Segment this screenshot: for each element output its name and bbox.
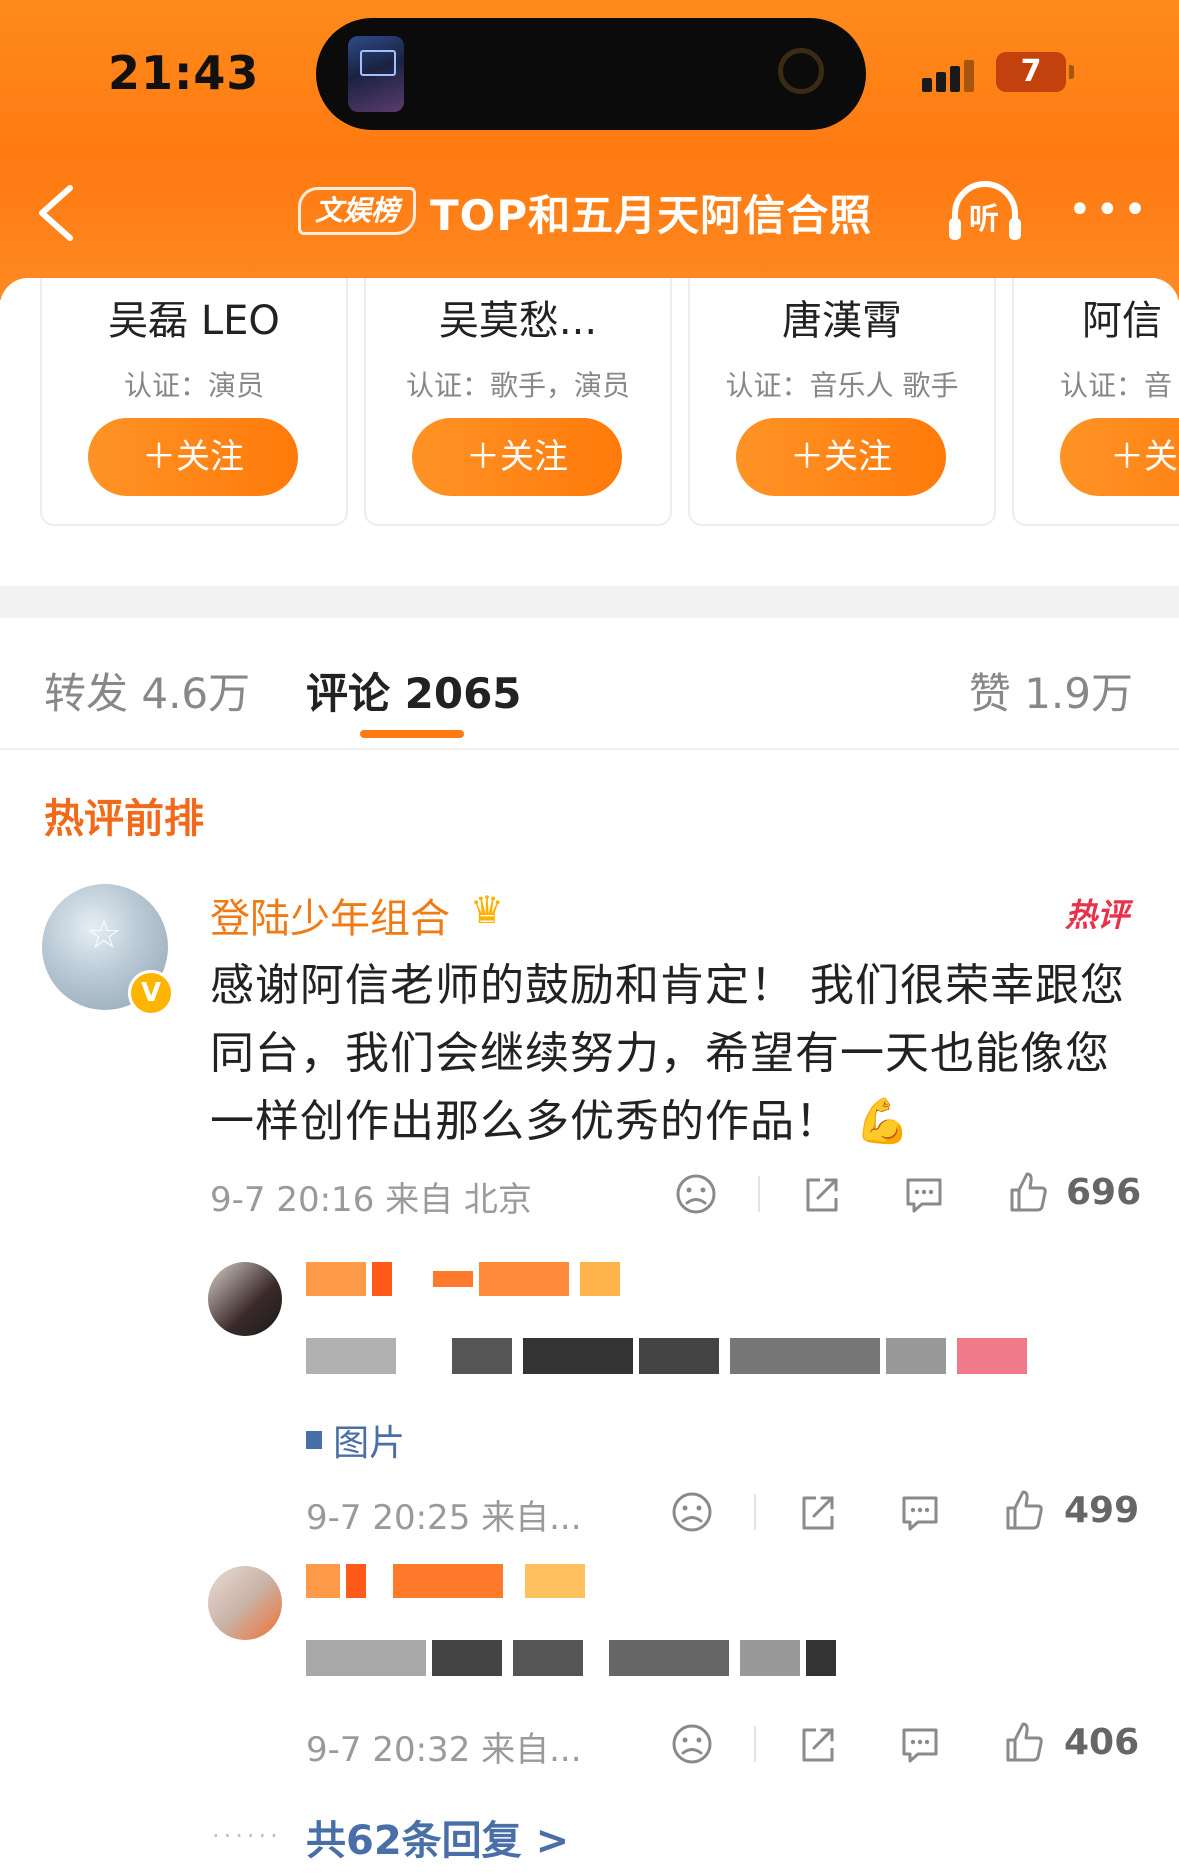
hot-comments-heading: 热评前排 — [44, 796, 204, 842]
card-user-name: 吴莫愁... — [438, 298, 598, 344]
like-button[interactable] — [1002, 1720, 1046, 1764]
dislike-button[interactable] — [674, 1172, 718, 1216]
card-user-name: 唐漢霄 — [782, 298, 902, 344]
like-button[interactable] — [1006, 1170, 1050, 1214]
flexed-bicep-emoji: 💪 — [855, 1096, 911, 1147]
back-button[interactable] — [30, 178, 90, 248]
crown-icon: ♛ — [470, 888, 505, 932]
music-activity-ring — [778, 48, 824, 94]
reply-avatar[interactable] — [208, 1262, 282, 1336]
like-count: 406 — [1064, 1722, 1140, 1763]
reply-avatar[interactable] — [208, 1566, 282, 1640]
tab-likes[interactable]: 赞 1.9万 — [969, 660, 1133, 721]
action-divider — [758, 1176, 760, 1212]
more-options-button[interactable]: ••• — [1068, 190, 1151, 230]
share-icon — [802, 1496, 834, 1530]
sad-face-icon — [676, 1174, 716, 1214]
follow-button[interactable]: ＋关注 — [412, 418, 622, 496]
active-tab-indicator — [360, 730, 464, 738]
user-card[interactable]: 唐漢霄 认证：音乐人 歌手 ＋关注 — [688, 278, 996, 526]
reply-meta: 9-7 20:32 来自... — [306, 1730, 582, 1770]
comment-icon — [902, 1728, 938, 1763]
share-icon — [806, 1178, 838, 1212]
share-button[interactable] — [800, 1172, 844, 1216]
like-count: 499 — [1064, 1490, 1140, 1531]
listen-button[interactable]: 听 — [945, 178, 1025, 242]
card-verification: 认证：音 — [1060, 369, 1173, 402]
dislike-button[interactable] — [670, 1722, 714, 1766]
chevron-left-icon — [39, 185, 73, 241]
card-user-name: 阿信 — [1082, 298, 1162, 344]
image-link-label: 图片 — [333, 1423, 406, 1464]
user-card[interactable]: 吴莫愁... 认证：歌手，演员 ＋关注 — [364, 278, 672, 526]
comment-meta: 9-7 20:16 来自 北京 — [210, 1180, 532, 1220]
top-header: 21:43 7 文娱榜 TOP和五月天阿信合照 听 ••• — [0, 0, 1179, 300]
card-user-name: 吴磊 LEO — [108, 298, 280, 344]
user-card[interactable]: 阿信 认证：音 ＋关 — [1012, 278, 1179, 526]
sad-face-icon — [672, 1492, 712, 1532]
reply-thread-dots: ······ — [212, 1822, 282, 1850]
follow-button[interactable]: ＋关 — [1060, 418, 1179, 496]
card-verification: 认证：音乐人 歌手 — [725, 369, 959, 402]
dynamic-island — [316, 18, 866, 130]
share-icon — [802, 1728, 834, 1762]
dislike-button[interactable] — [670, 1490, 714, 1534]
follow-button[interactable]: ＋关注 — [88, 418, 298, 496]
follow-button[interactable]: ＋关注 — [736, 418, 946, 496]
thumbs-up-icon — [1010, 1172, 1047, 1212]
comment-user-name[interactable]: 登陆少年组合 — [210, 886, 450, 944]
verified-badge-icon: V — [128, 970, 174, 1016]
ranking-badge[interactable]: 文娱榜 — [298, 187, 417, 235]
sad-face-icon — [672, 1724, 712, 1764]
thumbs-up-icon — [1006, 1722, 1043, 1762]
card-verification: 认证：演员 — [123, 369, 264, 402]
recommended-users-row: 吴磊 LEO 认证：演员 ＋关注 吴莫愁... 认证：歌手，演员 ＋关注 唐漢霄… — [0, 278, 1179, 586]
action-divider — [754, 1726, 756, 1762]
reply-meta: 9-7 20:25 来自... — [306, 1498, 582, 1538]
action-divider — [754, 1494, 756, 1530]
listen-label: 听 — [969, 202, 999, 237]
thumbs-up-icon — [1006, 1490, 1043, 1530]
reply-button[interactable] — [898, 1722, 942, 1766]
comment-text: 感谢阿信老师的鼓励和肯定！ 我们很荣幸跟您同台，我们会继续努力，希望有一天也能像… — [210, 952, 1150, 1156]
view-all-replies-link[interactable]: 共62条回复 > — [306, 1808, 569, 1866]
blurred-reply-text — [306, 1338, 1033, 1374]
comment-body: 感谢阿信老师的鼓励和肯定！ 我们很荣幸跟您同台，我们会继续努力，希望有一天也能像… — [210, 960, 1125, 1147]
status-time: 21:43 — [108, 46, 260, 100]
battery-indicator: 7 — [996, 52, 1074, 92]
tab-repost[interactable]: 转发 4.6万 — [44, 660, 250, 721]
tab-comments[interactable]: 评论 2065 — [306, 660, 522, 721]
user-card[interactable]: 吴磊 LEO 认证：演员 ＋关注 — [40, 278, 348, 526]
page-title: TOP和五月天阿信合照 — [430, 191, 873, 240]
comment-icon — [906, 1178, 942, 1213]
reply-image-link[interactable]: 图片 — [306, 1414, 405, 1466]
like-button[interactable] — [1002, 1488, 1046, 1532]
blurred-reply-text — [306, 1640, 842, 1676]
blurred-reply-username — [306, 1262, 626, 1296]
reply-button[interactable] — [902, 1172, 946, 1216]
share-button[interactable] — [796, 1722, 840, 1766]
signal-icon — [922, 58, 978, 92]
share-button[interactable] — [796, 1490, 840, 1534]
blurred-reply-username — [306, 1564, 591, 1598]
reply-button[interactable] — [898, 1490, 942, 1534]
now-playing-artwork — [348, 36, 404, 112]
hot-comment-badge: 热评 — [1064, 896, 1129, 934]
like-count: 696 — [1066, 1172, 1142, 1213]
section-divider — [0, 586, 1179, 618]
tabs-divider — [0, 748, 1179, 750]
comment-icon — [902, 1496, 938, 1531]
card-verification: 认证：歌手，演员 — [405, 369, 630, 402]
